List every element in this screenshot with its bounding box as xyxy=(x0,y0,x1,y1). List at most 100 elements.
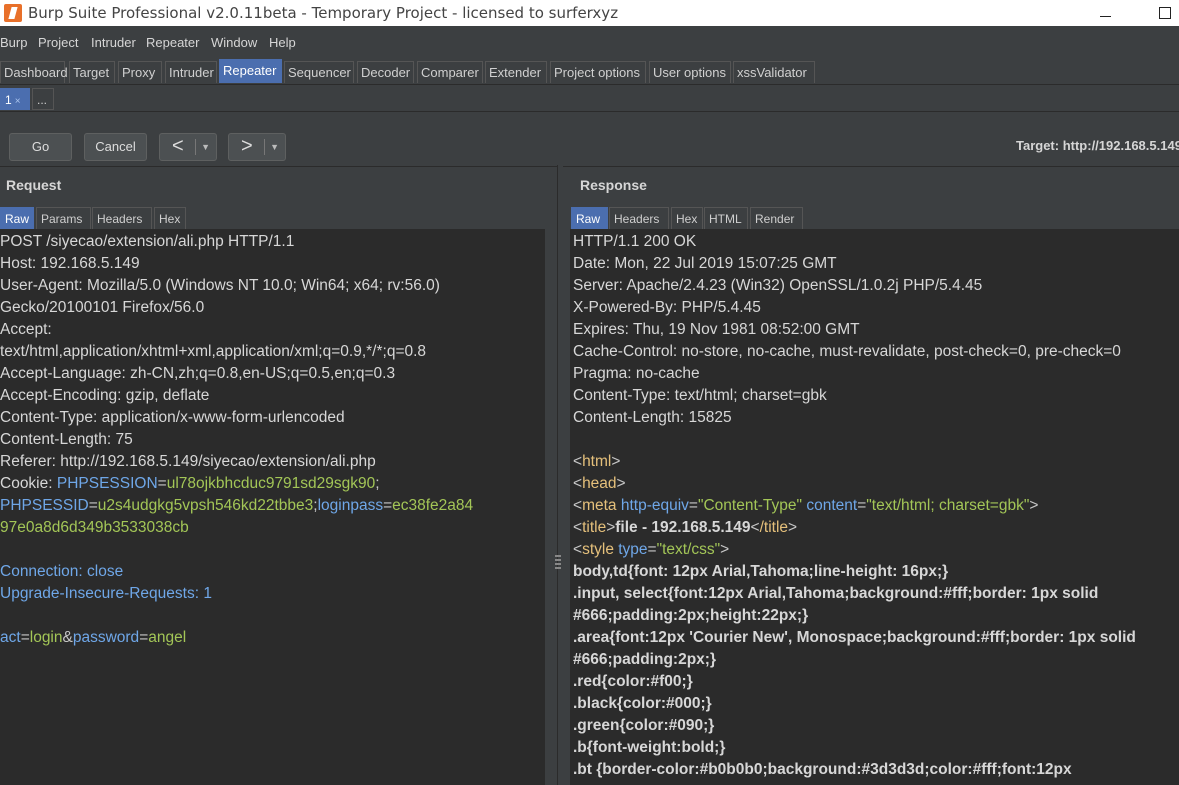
cookie-value: ec38fe2a84 xyxy=(392,497,474,514)
tag-name: title xyxy=(582,519,607,536)
bracket: > xyxy=(616,475,626,492)
request-line: Host: 192.168.5.149 xyxy=(0,255,140,272)
menu-help[interactable]: Help xyxy=(269,31,300,50)
maximize-icon xyxy=(1159,7,1171,19)
back-button[interactable]: < ▼ xyxy=(159,133,217,161)
param-name: act xyxy=(0,629,21,646)
equals: = xyxy=(88,497,98,514)
request-tab-params[interactable]: Params xyxy=(36,207,91,229)
response-tab-html[interactable]: HTML xyxy=(704,207,748,229)
request-line: Accept: xyxy=(0,321,52,338)
tab-user-options[interactable]: User options xyxy=(649,61,731,83)
response-tab-hex[interactable]: Hex xyxy=(671,207,703,229)
attr-value: "text/css" xyxy=(656,541,721,558)
request-tab-hex[interactable]: Hex xyxy=(154,207,186,229)
bracket: > xyxy=(611,453,621,470)
html-tag-line: <title>file - 192.168.5.149</title> xyxy=(573,517,797,539)
title-bar: Burp Suite Professional v2.0.11beta - Te… xyxy=(0,0,1179,26)
css-line: .black{color:#000;} xyxy=(573,695,712,712)
response-tab-render[interactable]: Render xyxy=(750,207,803,229)
bracket: > xyxy=(1029,497,1039,514)
close-icon[interactable]: × xyxy=(15,96,21,107)
tab-xssvalidator[interactable]: xssValidator xyxy=(733,61,815,83)
response-line: Server: Apache/2.4.23 (Win32) OpenSSL/1.… xyxy=(573,277,983,294)
request-scrollbar[interactable] xyxy=(545,229,557,785)
separator xyxy=(195,139,196,155)
bracket: > xyxy=(720,541,730,558)
cookie-header-name: Cookie: xyxy=(0,475,57,492)
css-line: body,td{font: 12px Arial,Tahoma;line-hei… xyxy=(573,563,949,580)
attr-value: "Content-Type" xyxy=(697,497,803,514)
maximize-button[interactable] xyxy=(1150,0,1179,26)
request-line: User-Agent: Mozilla/5.0 (Windows NT 10.0… xyxy=(0,277,440,294)
burp-window: Burp Suite Professional v2.0.11beta - Te… xyxy=(0,0,1179,785)
request-tab-headers[interactable]: Headers xyxy=(92,207,152,229)
cancel-button[interactable]: Cancel xyxy=(84,133,147,161)
request-line-cookie-cont: PHPSESSID=u2s4udgkg5vpsh546kd22tbbe3;log… xyxy=(0,495,473,517)
request-line: Accept-Encoding: gzip, deflate xyxy=(0,387,210,404)
bracket: < xyxy=(573,541,583,558)
tab-sequencer[interactable]: Sequencer xyxy=(284,61,354,83)
tab-dashboard[interactable]: Dashboard xyxy=(0,61,68,83)
chevron-down-icon[interactable]: ▼ xyxy=(270,134,279,160)
css-line: .bt {border-color:#b0b0b0;background:#3d… xyxy=(573,761,1072,778)
request-line: Upgrade-Insecure-Requests: 1 xyxy=(0,585,212,602)
css-line: .red{color:#f00;} xyxy=(573,673,693,690)
forward-button[interactable]: > ▼ xyxy=(228,133,286,161)
css-line: .b{font-weight:bold;} xyxy=(573,739,726,756)
new-repeater-tab[interactable]: ... xyxy=(32,88,54,110)
tab-repeater[interactable]: Repeater xyxy=(219,59,282,83)
tag-name: head xyxy=(582,475,617,492)
request-tab-raw[interactable]: Raw xyxy=(0,207,34,229)
css-line: .input, select{font:12px Arial,Tahoma;ba… xyxy=(573,585,1099,602)
response-line: HTTP/1.1 200 OK xyxy=(573,233,697,250)
tab-proxy[interactable]: Proxy xyxy=(118,61,162,83)
equals: = xyxy=(383,497,393,514)
chevron-down-icon[interactable]: ▼ xyxy=(201,134,210,160)
tab-decoder[interactable]: Decoder xyxy=(357,61,414,83)
css-line: .green{color:#090;} xyxy=(573,717,715,734)
separator xyxy=(264,139,265,155)
tab-comparer[interactable]: Comparer xyxy=(417,61,483,83)
css-line: .area{font:12px 'Courier New', Monospace… xyxy=(573,629,1136,646)
equals: = xyxy=(647,541,657,558)
drag-handle-icon[interactable] xyxy=(555,555,561,571)
html-tag-line: <meta http-equiv="Content-Type" content=… xyxy=(573,495,1038,517)
ampersand: & xyxy=(62,629,73,646)
tab-intruder[interactable]: Intruder xyxy=(165,61,217,83)
menu-bar: Burp Project Intruder Repeater Window He… xyxy=(0,31,1179,53)
divider xyxy=(0,166,1179,167)
menu-project[interactable]: Project xyxy=(38,31,82,50)
menu-burp[interactable]: Burp xyxy=(0,31,31,50)
request-line: text/html,application/xhtml+xml,applicat… xyxy=(0,343,427,360)
response-line: Date: Mon, 22 Jul 2019 15:07:25 GMT xyxy=(573,255,837,272)
request-editor[interactable]: POST /siyecao/extension/ali.php HTTP/1.1… xyxy=(0,229,545,785)
bracket: < xyxy=(573,519,583,536)
tab-target[interactable]: Target xyxy=(69,61,115,83)
attr-name: type xyxy=(613,541,648,558)
cookie-name: PHPSESSID xyxy=(0,497,89,514)
repeater-tab-1[interactable]: 1 × xyxy=(0,88,30,110)
go-button[interactable]: Go xyxy=(9,133,72,161)
cookie-name: PHPSESSION xyxy=(56,475,158,492)
tag-name: html xyxy=(582,453,612,470)
response-tab-headers[interactable]: Headers xyxy=(609,207,669,229)
menu-repeater[interactable]: Repeater xyxy=(146,31,203,50)
window-title: Burp Suite Professional v2.0.11beta - Te… xyxy=(28,4,619,22)
tab-project-options[interactable]: Project options xyxy=(550,61,646,83)
menu-window[interactable]: Window xyxy=(211,31,261,50)
equals: = xyxy=(688,497,698,514)
menu-intruder[interactable]: Intruder xyxy=(91,31,140,50)
forward-arrow-icon: > xyxy=(241,135,253,157)
request-line: Accept-Language: zh-CN,zh;q=0.8,en-US;q=… xyxy=(0,365,396,382)
request-line: Referer: http://192.168.5.149/siyecao/ex… xyxy=(0,453,376,470)
response-editor[interactable]: HTTP/1.1 200 OK Date: Mon, 22 Jul 2019 1… xyxy=(570,229,1179,785)
request-line: POST /siyecao/extension/ali.php HTTP/1.1 xyxy=(0,233,295,250)
request-line: 97e0a8d6d349b3533038cb xyxy=(0,519,189,536)
response-tab-raw[interactable]: Raw xyxy=(571,207,608,229)
bracket: < xyxy=(750,519,760,536)
target-label[interactable]: Target: http://192.168.5.149 xyxy=(1016,138,1179,153)
minimize-button[interactable] xyxy=(1090,0,1120,26)
split-pane-divider[interactable] xyxy=(557,165,563,785)
tab-extender[interactable]: Extender xyxy=(485,61,547,83)
